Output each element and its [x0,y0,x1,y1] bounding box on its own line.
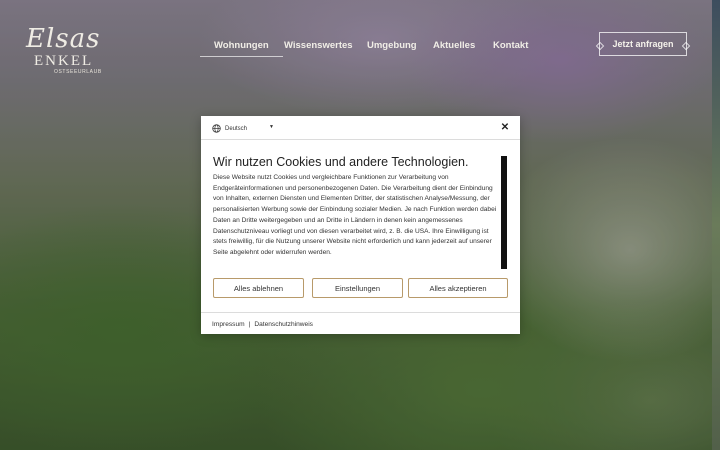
footer-separator: | [248,321,251,328]
logo-tagline: OSTSEEURLAUB [54,69,102,75]
dialog-title: Wir nutzen Cookies und andere Technologi… [213,155,469,169]
dialog-button-row: Alles ablehnen Einstellungen Alles akzep… [213,278,508,298]
dialog-body-text: Diese Website nutzt Cookies und vergleic… [213,174,497,256]
dialog-footer-links: Impressum | Datenschutzhinweis [212,321,313,328]
language-label: Deutsch [225,125,248,132]
dialog-scrollbar[interactable] [501,156,507,269]
privacy-link[interactable]: Datenschutzhinweis [254,321,313,328]
close-icon[interactable]: ✕ [500,123,510,133]
caret-down-icon: ▼ [269,124,274,130]
logo-wordmark: ENKEL [34,53,94,69]
settings-button[interactable]: Einstellungen [312,278,403,298]
reject-all-button[interactable]: Alles ablehnen [213,278,304,298]
accept-all-button[interactable]: Alles akzeptieren [408,278,508,298]
language-selector[interactable]: Deutsch ▼ [212,123,274,134]
request-now-button[interactable]: Jetzt anfragen [599,32,687,56]
nav-item-kontakt[interactable]: Kontakt [493,40,528,51]
site-logo[interactable]: Elsas ENKEL OSTSEEURLAUB [24,24,102,78]
page-edge-strip [712,0,720,450]
nav-item-wissenswertes[interactable]: Wissenswertes [284,40,353,51]
cookie-consent-dialog: Deutsch ▼ ✕ Wir nutzen Cookies und ander… [201,116,520,334]
nav-item-umgebung[interactable]: Umgebung [367,40,417,51]
imprint-link[interactable]: Impressum [212,321,245,328]
dialog-divider [201,312,520,313]
logo-script-text: Elsas [26,24,101,54]
dialog-top-bar: Deutsch ▼ ✕ [201,116,520,140]
nav-item-aktuelles[interactable]: Aktuelles [433,40,475,51]
nav-item-wohnungen[interactable]: Wohnungen [200,40,283,57]
globe-icon [212,124,221,133]
